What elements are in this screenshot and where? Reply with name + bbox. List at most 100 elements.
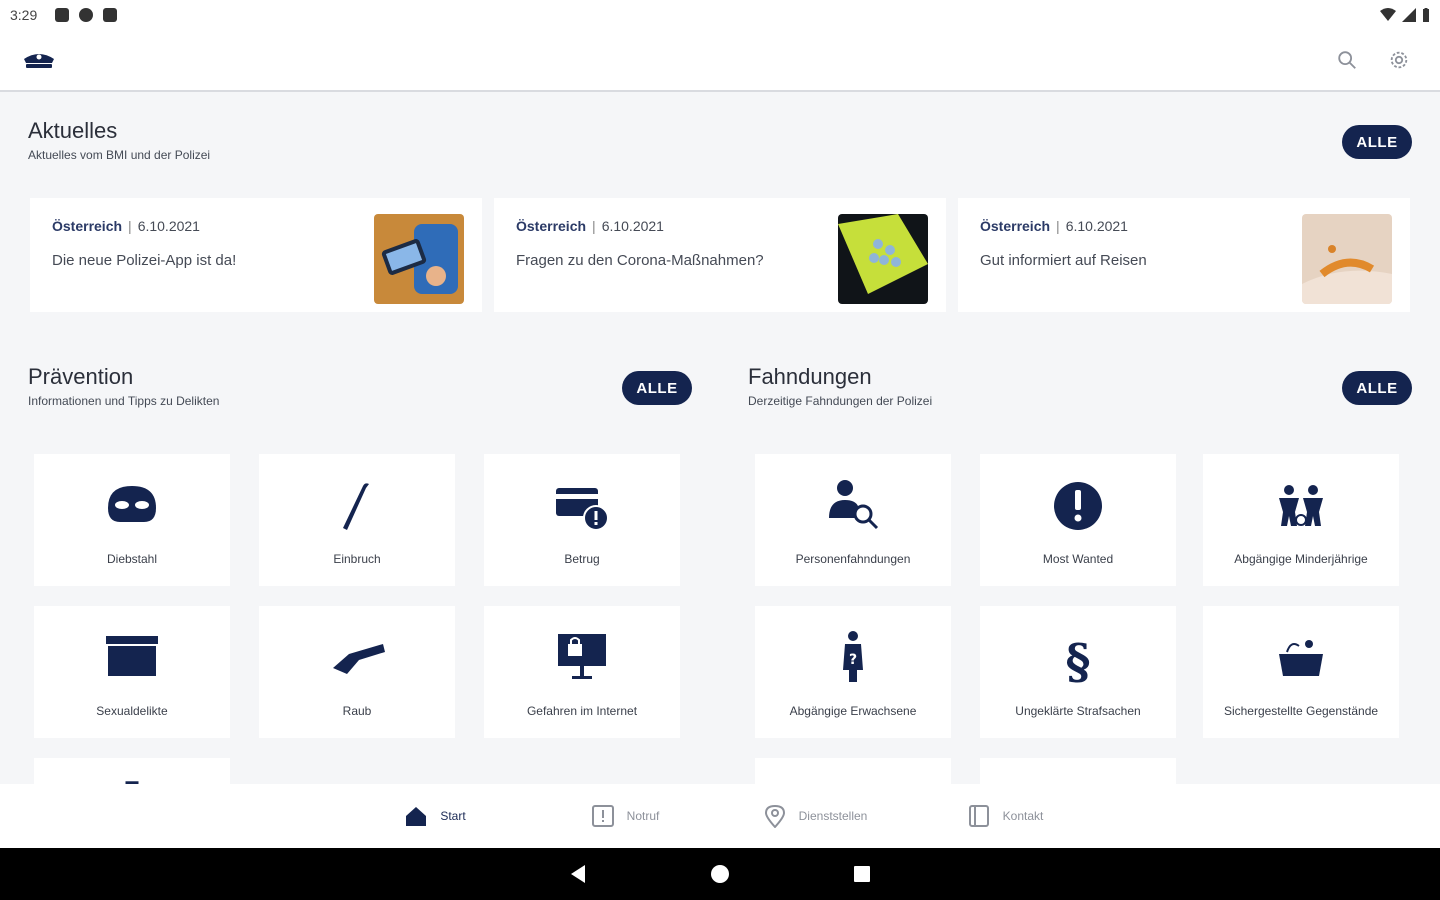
- gear-icon[interactable]: [1388, 49, 1410, 71]
- location-pin-icon: [764, 804, 785, 828]
- praevention-all-button[interactable]: ALLE: [622, 371, 692, 405]
- battery-saver-icon: [103, 8, 118, 22]
- tile-partial[interactable]: [34, 758, 230, 784]
- notification-icon: [79, 8, 94, 22]
- news-card[interactable]: Österreich | 6.10.2021 Gut informiert auf …: [958, 198, 1410, 312]
- person-search-icon: [829, 480, 879, 530]
- back-icon[interactable]: [567, 863, 589, 885]
- tile-ungeklaerte-strafsachen[interactable]: § Ungeklärte Strafsachen: [980, 606, 1176, 738]
- gun-icon: [333, 644, 385, 674]
- wifi-icon: [1380, 8, 1396, 21]
- section-subtitle: Informationen und Tipps zu Delikten: [28, 394, 220, 408]
- tile-label: Most Wanted: [1042, 552, 1114, 566]
- news-source: Österreich: [980, 218, 1051, 234]
- tile-label: Abgängige Erwachsene: [789, 704, 917, 718]
- news-headline: Fragen zu den Corona-Maßnahmen?: [516, 252, 764, 269]
- news-date: 6.10.2021: [601, 218, 664, 234]
- contacts-book-icon: [968, 805, 989, 827]
- tile-sichergestellte-gegenstaende[interactable]: Sichergestellte Gegenstände: [1203, 606, 1399, 738]
- news-headline: Gut informiert auf Reisen: [980, 252, 1147, 269]
- app-bar: [0, 30, 1440, 92]
- exclamation-circle-icon: [1054, 482, 1102, 530]
- status-time: 3:29: [10, 7, 38, 23]
- signal-icon: [1402, 8, 1416, 22]
- home-icon: [406, 807, 427, 826]
- alert-box-icon: [591, 805, 614, 827]
- bottom-navigation: Start Notruf Dienststellen Kontakt: [0, 784, 1440, 848]
- svg-text:?: ?: [849, 652, 857, 668]
- system-navigation-bar: [0, 848, 1440, 900]
- tile-label: Abgängige Minderjährige: [1234, 552, 1368, 566]
- crowbar-icon: [343, 483, 369, 530]
- tile-gefahren-im-internet[interactable]: Gefahren im Internet: [484, 606, 680, 738]
- tile-einbruch[interactable]: Einbruch: [259, 454, 455, 586]
- tile-partial[interactable]: [980, 758, 1176, 784]
- notification-icon: [55, 8, 70, 22]
- person-question-icon: ?: [843, 631, 863, 682]
- news-card[interactable]: Österreich | 6.10.2021 Die neue Polizei-Ap…: [30, 198, 482, 312]
- search-icon[interactable]: [1336, 49, 1358, 71]
- nav-label: Start: [440, 809, 466, 823]
- tile-personenfahndungen[interactable]: Personenfahndungen: [755, 454, 951, 586]
- battery-icon: [1423, 8, 1429, 22]
- aktuelles-all-button[interactable]: ALLE: [1342, 125, 1412, 159]
- tile-betrug[interactable]: Betrug: [484, 454, 680, 586]
- fahndungen-all-button[interactable]: ALLE: [1342, 371, 1412, 405]
- news-source: Österreich: [516, 218, 587, 234]
- section-title: Prävention: [28, 364, 134, 389]
- news-date: 6.10.2021: [1065, 218, 1128, 234]
- nav-item-dienststellen[interactable]: Dienststellen: [720, 804, 910, 828]
- tile-most-wanted[interactable]: Most Wanted: [980, 454, 1176, 586]
- tile-diebstahl[interactable]: Diebstahl: [34, 454, 230, 586]
- tile-abgaengige-erwachsene[interactable]: ? Abgängige Erwachsene: [755, 606, 951, 738]
- news-thumbnail: [1302, 214, 1392, 304]
- children-icon: [1279, 485, 1323, 526]
- nav-label: Kontakt: [1002, 809, 1044, 823]
- praevention-header: Prävention Informationen und Tipps zu De…: [28, 364, 219, 408]
- news-date: 6.10.2021: [137, 218, 200, 234]
- paragraph-icon: §: [1065, 634, 1090, 686]
- status-notification-icons: [55, 8, 118, 22]
- home-button-icon[interactable]: [709, 863, 731, 885]
- section-subtitle: Derzeitige Fahndungen der Polizei: [748, 394, 933, 408]
- tile-label: Sexualdelikte: [96, 704, 168, 718]
- section-subtitle: Aktuelles vom BMI und der Polizei: [28, 148, 211, 162]
- tile-label: Betrug: [564, 552, 600, 566]
- card-warning-icon: [556, 488, 609, 531]
- news-thumbnail: [838, 214, 928, 304]
- news-card[interactable]: Österreich | 6.10.2021 Fragen zu den Coron…: [494, 198, 946, 312]
- tile-label: Raub: [342, 704, 372, 718]
- section-title: Fahndungen: [748, 364, 872, 389]
- monitor-lock-icon: [558, 634, 606, 679]
- section-title: Aktuelles: [28, 118, 118, 143]
- tile-partial[interactable]: [755, 758, 951, 784]
- nav-label: Dienststellen: [798, 809, 868, 823]
- main-content[interactable]: Aktuelles Aktuelles vom BMI und der Poli…: [0, 94, 1440, 784]
- news-source: Österreich: [52, 218, 123, 234]
- news-headline: Die neue Polizei-App ist da!: [52, 252, 237, 269]
- police-cap-icon[interactable]: [22, 49, 56, 71]
- nav-item-notruf[interactable]: Notruf: [530, 804, 720, 828]
- tile-abgaengige-minderjaehrige[interactable]: Abgängige Minderjährige: [1203, 454, 1399, 586]
- recents-icon[interactable]: [851, 863, 873, 885]
- tile-label: Ungeklärte Strafsachen: [1015, 704, 1141, 718]
- tile-label: Diebstahl: [106, 552, 158, 566]
- mask-icon: [108, 486, 156, 522]
- svg-text:§: §: [1065, 634, 1090, 686]
- tile-label: Einbruch: [333, 552, 381, 566]
- status-system-icons: [1380, 8, 1430, 22]
- box-icon: [106, 636, 158, 676]
- tile-sexualdelikte[interactable]: Sexualdelikte: [34, 606, 230, 738]
- tile-raub[interactable]: Raub: [259, 606, 455, 738]
- nav-item-start[interactable]: Start: [340, 804, 530, 828]
- fahndungen-header: Fahndungen Derzeitige Fahndungen der Pol…: [748, 364, 932, 408]
- status-bar: 3:29: [0, 0, 1440, 30]
- aktuelles-header: Aktuelles Aktuelles vom BMI und der Poli…: [28, 118, 210, 162]
- nav-label: Notruf: [626, 809, 660, 823]
- news-thumbnail: [374, 214, 464, 304]
- tile-label: Personenfahndungen: [795, 552, 911, 566]
- basket-icon: [1279, 640, 1323, 676]
- tile-label: Gefahren im Internet: [526, 704, 638, 718]
- tile-label: Sichergestellte Gegenstände: [1223, 704, 1379, 718]
- nav-item-kontakt[interactable]: Kontakt: [910, 804, 1100, 828]
